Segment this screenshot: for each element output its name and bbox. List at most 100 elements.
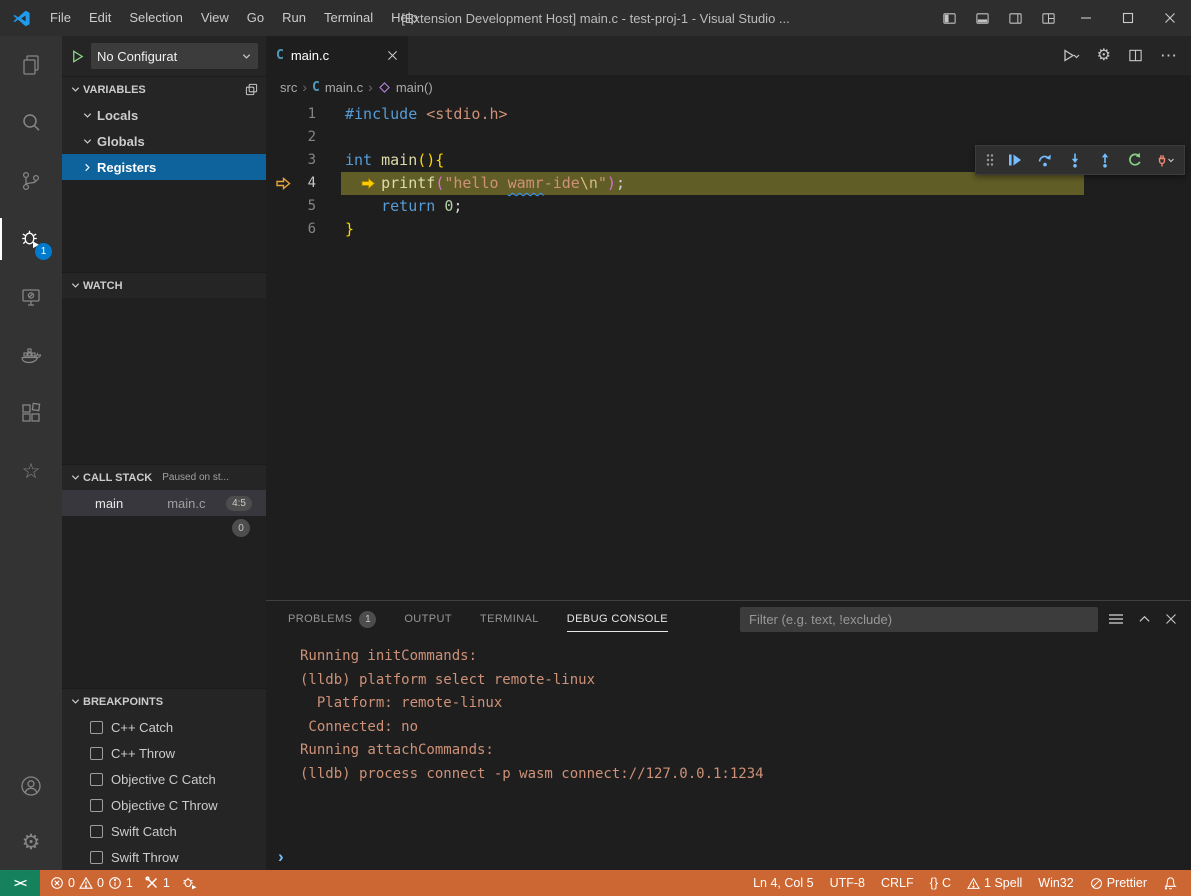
breakpoint-checkbox[interactable] <box>90 799 103 812</box>
breakpoint-item[interactable]: C++ Catch <box>62 714 266 740</box>
panel-tab-output[interactable]: OUTPUT <box>404 601 452 637</box>
panel-tab-badge: 1 <box>359 611 376 628</box>
breakpoint-checkbox[interactable] <box>90 825 103 838</box>
breakpoint-checkbox[interactable] <box>90 747 103 760</box>
code-editor[interactable]: 1#include <stdio.h>23int main(){4 printf… <box>266 99 1191 600</box>
variables-item-registers[interactable]: Registers <box>62 154 266 180</box>
encoding[interactable]: UTF-8 <box>825 876 870 890</box>
watch-section-header[interactable]: WATCH <box>62 272 266 298</box>
breakpoint-item[interactable]: Swift Catch <box>62 818 266 844</box>
continue-icon[interactable] <box>1002 147 1028 173</box>
source-control-icon[interactable] <box>0 152 62 210</box>
settings-gear-icon[interactable]: ⚙ <box>0 814 62 870</box>
panel-tab-terminal[interactable]: TERMINAL <box>480 601 539 637</box>
account-icon[interactable] <box>0 758 62 814</box>
close-button[interactable] <box>1149 0 1191 36</box>
filter-lines-icon[interactable] <box>1108 612 1124 626</box>
search-icon[interactable] <box>0 94 62 152</box>
breakpoint-item[interactable]: Objective C Catch <box>62 766 266 792</box>
code-line[interactable]: 6} <box>266 218 1191 241</box>
breakpoints-section-header[interactable]: BREAKPOINTS <box>62 688 266 714</box>
run-and-debug-icon[interactable]: 1 <box>0 210 62 268</box>
line-number: 6 <box>266 218 342 241</box>
call-stack-frame[interactable]: mainmain.c4:5 <box>62 490 266 516</box>
close-panel-icon[interactable] <box>1165 613 1177 625</box>
code-line[interactable]: 1#include <stdio.h> <box>266 103 1191 126</box>
toggle-panel-icon[interactable] <box>966 0 999 36</box>
titlebar: FileEditSelectionViewGoRunTerminalHelp [… <box>0 0 1191 36</box>
cursor-position[interactable]: Ln 4, Col 5 <box>748 876 818 890</box>
code-line[interactable]: 5 return 0; <box>266 195 1191 218</box>
step-over-icon[interactable] <box>1032 147 1058 173</box>
breadcrumb-separator: › <box>302 79 307 95</box>
platform-status[interactable]: Win32 <box>1033 876 1078 890</box>
variables-item-globals[interactable]: Globals <box>62 128 266 154</box>
docker-icon[interactable] <box>0 326 62 384</box>
menu-edit[interactable]: Edit <box>80 5 120 31</box>
variables-item-locals[interactable]: Locals <box>62 102 266 128</box>
split-editor-icon[interactable] <box>1128 48 1143 63</box>
editor-gear-icon[interactable]: ⚙ <box>1097 48 1111 64</box>
breadcrumb-separator: › <box>368 79 373 95</box>
debug-console-output[interactable]: Running initCommands:(lldb) platform sel… <box>266 637 1191 844</box>
menu-go[interactable]: Go <box>238 5 273 31</box>
panel-tab-debug-console[interactable]: DEBUG CONSOLE <box>567 601 668 637</box>
call-stack-section-header[interactable]: CALL STACK Paused on st... <box>62 464 266 490</box>
toggle-sidebar-icon[interactable] <box>933 0 966 36</box>
toolbar-grip-icon[interactable] <box>982 147 998 173</box>
start-debug-icon[interactable] <box>70 49 85 64</box>
breadcrumb-item[interactable]: Cmain.c <box>312 80 363 95</box>
menu-terminal[interactable]: Terminal <box>315 5 382 31</box>
formatter-status[interactable]: Prettier <box>1085 876 1152 890</box>
restart-icon[interactable] <box>1122 147 1148 173</box>
more-actions-icon[interactable]: ⋯ <box>1160 47 1177 64</box>
explorer-icon[interactable] <box>0 36 62 94</box>
line-content: printf("hello wamr-ide\n"); <box>342 172 625 195</box>
menu-view[interactable]: View <box>192 5 238 31</box>
breakpoint-item[interactable]: Objective C Throw <box>62 792 266 818</box>
debug-config-dropdown[interactable]: No Configurat <box>91 43 258 69</box>
maximize-button[interactable] <box>1107 0 1149 36</box>
console-filter-input[interactable] <box>740 607 1098 632</box>
copy-value-icon[interactable] <box>245 83 258 96</box>
step-out-icon[interactable] <box>1092 147 1118 173</box>
menu-selection[interactable]: Selection <box>120 5 191 31</box>
breakpoint-item[interactable]: C++ Throw <box>62 740 266 766</box>
code-line[interactable]: 4 printf("hello wamr-ide\n"); <box>266 172 1191 195</box>
toggle-secondary-sidebar-icon[interactable] <box>999 0 1032 36</box>
console-line: Platform: remote-linux <box>300 692 1191 716</box>
notifications-bell[interactable] <box>1158 876 1183 891</box>
remote-explorer-icon[interactable] <box>0 268 62 326</box>
tools-status[interactable]: 1 <box>140 876 175 890</box>
customize-layout-icon[interactable] <box>1032 0 1065 36</box>
tab-close-icon[interactable] <box>387 50 398 61</box>
spell-checker-status[interactable]: 1 Spell <box>962 876 1027 890</box>
disconnect-icon[interactable] <box>1152 147 1178 173</box>
console-input-row[interactable]: › <box>266 844 1191 870</box>
breakpoint-checkbox[interactable] <box>90 773 103 786</box>
breadcrumb-item[interactable]: main() <box>378 80 433 95</box>
minimize-button[interactable] <box>1065 0 1107 36</box>
debug-status[interactable] <box>177 876 203 890</box>
tab-main-c[interactable]: C main.c <box>266 36 408 75</box>
step-into-icon[interactable] <box>1062 147 1088 173</box>
breadcrumb-item[interactable]: src <box>280 80 297 95</box>
panel-tab-problems[interactable]: PROBLEMS1 <box>288 601 376 637</box>
chevron-down-icon <box>82 110 93 121</box>
extensions-icon[interactable] <box>0 384 62 442</box>
maximize-panel-icon[interactable] <box>1138 613 1151 626</box>
run-file-icon[interactable] <box>1062 48 1080 64</box>
remote-indicator[interactable]: >< <box>0 870 40 896</box>
c-language-icon: C <box>312 80 320 95</box>
star-icon[interactable]: ☆ <box>0 442 62 500</box>
breakpoint-item[interactable]: Swift Throw <box>62 844 266 870</box>
eol-sequence[interactable]: CRLF <box>876 876 919 890</box>
debug-sidebar-toolbar: No Configurat <box>62 36 266 76</box>
menu-run[interactable]: Run <box>273 5 315 31</box>
breakpoint-checkbox[interactable] <box>90 851 103 864</box>
problems-status[interactable]: 0 0 1 <box>45 876 138 890</box>
menu-file[interactable]: File <box>41 5 80 31</box>
variables-section-header[interactable]: VARIABLES <box>62 76 266 102</box>
language-mode[interactable]: {} C <box>925 876 956 890</box>
breakpoint-checkbox[interactable] <box>90 721 103 734</box>
